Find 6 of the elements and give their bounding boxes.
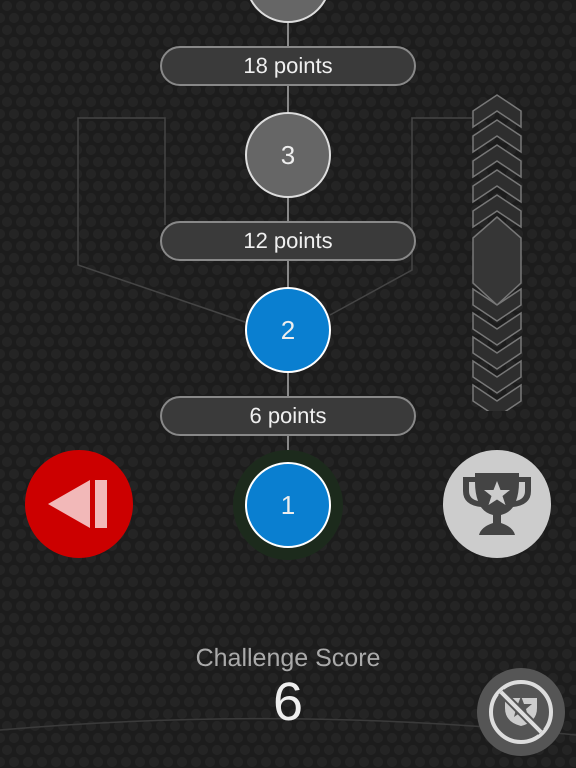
points-threshold: 18 points xyxy=(160,46,416,86)
score-label: Challenge Score xyxy=(196,644,380,673)
rewind-icon xyxy=(48,478,110,530)
points-threshold: 12 points xyxy=(160,221,416,261)
score-value: 6 xyxy=(272,673,304,732)
points-threshold: 6 points xyxy=(160,396,416,436)
